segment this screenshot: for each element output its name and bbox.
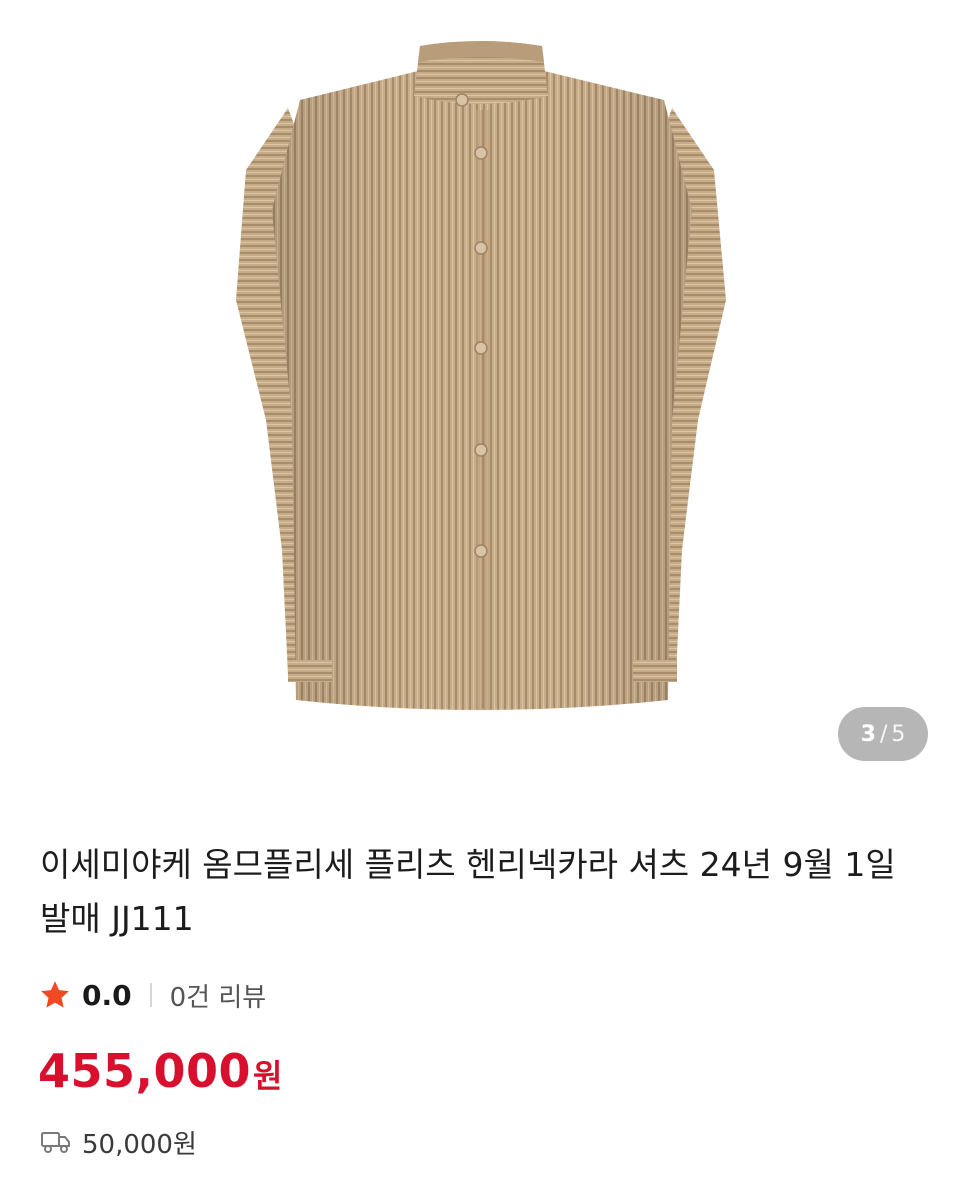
price: 455,000 원 (38, 1044, 282, 1098)
price-amount: 455,000 (38, 1044, 252, 1098)
shipping-info: 50,000원 (40, 1122, 197, 1162)
image-counter-separator: / (879, 721, 888, 747)
shipping-fee: 50,000원 (82, 1129, 197, 1160)
product-title: 이세미야케 옴므플리세 플리츠 헨리넥카라 셔츠 24년 9월 1일 발매 JJ… (40, 845, 896, 938)
image-counter-current: 3 (860, 721, 876, 747)
review-count-link[interactable]: 0건 리뷰 (170, 977, 267, 1014)
image-counter-total: 5 (891, 721, 906, 747)
rating-divider (149, 983, 152, 1007)
image-counter-badge: 3 / 5 (838, 707, 928, 761)
rating-value: 0.0 (82, 978, 132, 1012)
truck-icon (41, 1132, 70, 1153)
product-image-gallery[interactable]: 3 / 5 (0, 0, 965, 790)
pleated-shirt-image (236, 41, 726, 710)
star-icon (41, 981, 69, 1008)
rating-summary[interactable]: 0.0 0건 리뷰 (38, 975, 266, 1015)
price-unit: 원 (253, 1057, 283, 1095)
